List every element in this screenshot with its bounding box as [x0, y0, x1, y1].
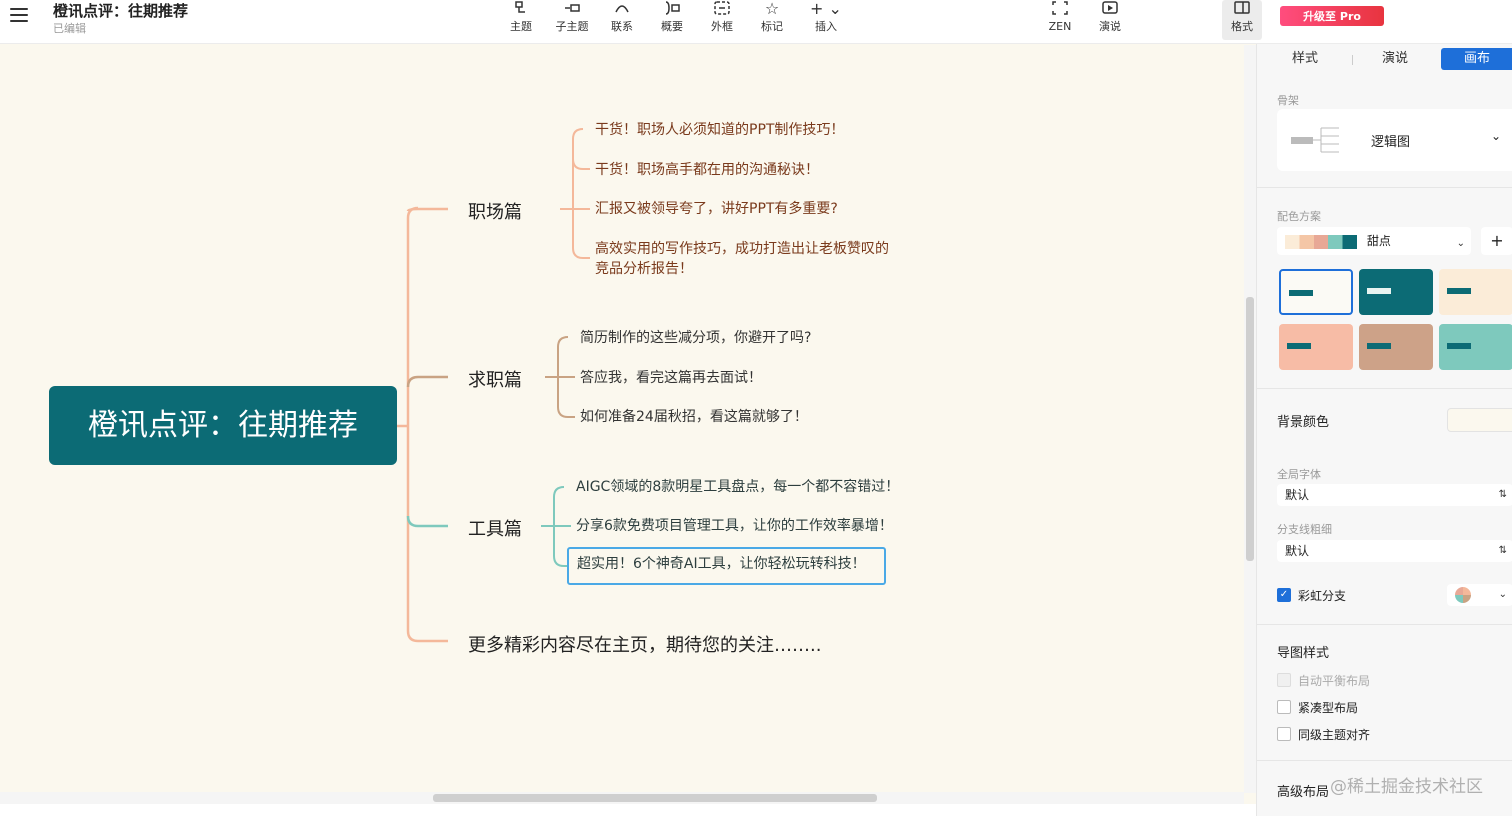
rainbow-ring-icon — [1455, 587, 1471, 603]
compact-checkbox[interactable] — [1277, 700, 1291, 714]
upgrade-button[interactable]: 升级至 Pro — [1280, 6, 1384, 26]
theme-thumb-4[interactable] — [1279, 324, 1353, 370]
leaf-writing-tips[interactable]: 高效实用的写作技巧，成功打造出让老板赞叹的 — [595, 239, 889, 259]
vertical-scroll-thumb[interactable] — [1246, 297, 1254, 561]
skeleton-selector[interactable]: 逻辑图 ⌄ — [1277, 109, 1512, 171]
leaf-interview[interactable]: 答应我，看完这篇再去面试！ — [580, 368, 762, 388]
horizontal-scroll-thumb[interactable] — [433, 794, 877, 802]
map-style-label: 导图样式 — [1277, 646, 1330, 661]
theme-thumb-2[interactable] — [1359, 269, 1433, 315]
theme-thumb-1[interactable] — [1279, 269, 1353, 315]
boundary-icon — [702, 0, 742, 20]
logic-chart-icon — [1291, 127, 1339, 153]
advanced-layout-label: 高级布局 — [1277, 785, 1330, 800]
vertical-scrollbar[interactable] — [1244, 45, 1256, 793]
save-status: 已编辑 — [53, 22, 86, 35]
leaf-report-ppt[interactable]: 汇报又被领导夸了，讲好PPT有多重要? — [595, 199, 838, 219]
watermark: @稀土掘金技术社区 — [1330, 777, 1483, 797]
fullscreen-icon — [1040, 0, 1080, 20]
horizontal-scrollbar[interactable] — [0, 792, 1244, 804]
theme-thumb-6[interactable] — [1439, 324, 1512, 370]
line-width-label: 分支线粗细 — [1277, 523, 1332, 536]
plus-icon: + ⌄ — [810, 0, 842, 18]
panel-tabs: 样式 演说 画布 — [1257, 48, 1512, 70]
marker-button[interactable]: ☆ 标记 — [752, 0, 792, 40]
leaf-ai-tools-selected[interactable]: 超实用！6个神奇AI工具，让你轻松玩转科技！ — [567, 547, 886, 585]
subtopic-icon — [552, 0, 592, 20]
rainbow-checkbox[interactable]: ✓ — [1277, 588, 1291, 602]
bg-color-label: 背景颜色 — [1277, 415, 1330, 430]
plus-icon: + — [1490, 231, 1504, 250]
skeleton-label: 骨架 — [1277, 94, 1299, 107]
font-select[interactable]: 默认 ⇅ — [1277, 484, 1512, 506]
theme-thumb-5[interactable] — [1359, 324, 1433, 370]
tab-style[interactable]: 样式 — [1265, 48, 1345, 70]
align-label: 同级主题对齐 — [1298, 728, 1371, 742]
leaf-autumn-recruit[interactable]: 如何准备24届秋招，看这篇就够了！ — [580, 407, 808, 427]
up-down-icon: ⇅ — [1498, 489, 1507, 500]
leaf-resume[interactable]: 简历制作的这些减分项，你避开了吗? — [580, 328, 811, 348]
branch-tools[interactable]: 工具篇 — [468, 515, 522, 541]
branch-more[interactable]: 更多精彩内容尽在主页，期待您的关注…….. — [468, 631, 821, 657]
auto-balance-checkbox[interactable] — [1277, 673, 1291, 687]
palette-swatch — [1285, 234, 1357, 249]
color-scheme-label: 配色方案 — [1277, 210, 1321, 223]
format-button[interactable]: 格式 — [1222, 0, 1262, 40]
leaf-communication[interactable]: 干货！职场高手都在用的沟通秘诀！ — [595, 160, 819, 180]
leaf-aigc-tools[interactable]: AIGC领域的8款明星工具盘点，每一个都不容错过！ — [576, 477, 899, 497]
color-scheme-select[interactable]: 甜点 ⌄ — [1277, 227, 1471, 255]
rainbow-color-select[interactable]: ⌄ — [1447, 584, 1512, 606]
panel-icon — [1222, 0, 1262, 20]
summary-icon — [652, 0, 692, 20]
branch-workplace[interactable]: 职场篇 — [468, 198, 522, 224]
document-title[interactable]: 橙讯点评：往期推荐 — [53, 0, 188, 21]
play-icon — [1090, 0, 1130, 20]
compact-label: 紧凑型布局 — [1298, 701, 1359, 715]
auto-balance-label: 自动平衡布局 — [1298, 674, 1371, 688]
summary-button[interactable]: 概要 — [652, 0, 692, 40]
subtopic-button[interactable]: 子主题 — [552, 0, 592, 40]
add-scheme-button[interactable]: + — [1481, 227, 1512, 255]
bg-color-picker[interactable] — [1447, 408, 1512, 432]
branch-job-hunting[interactable]: 求职篇 — [468, 366, 522, 392]
boundary-button[interactable]: 外框 — [702, 0, 742, 40]
topic-icon — [501, 0, 541, 20]
font-label: 全局字体 — [1277, 468, 1321, 481]
line-width-select[interactable]: 默认 ⇅ — [1277, 540, 1512, 562]
status-bar — [0, 804, 1256, 816]
chevron-down-icon: ⌄ — [1456, 238, 1465, 249]
up-down-icon: ⇅ — [1498, 545, 1507, 556]
zen-button[interactable]: ZEN — [1040, 0, 1080, 40]
align-checkbox[interactable] — [1277, 727, 1291, 741]
tab-canvas[interactable]: 画布 — [1441, 48, 1512, 70]
mindmap-canvas[interactable]: 橙讯点评：往期推荐 职场篇 求职篇 工具篇 更多精彩内容尽在主页，期待您的关注…… — [0, 45, 1244, 793]
chevron-down-icon: ⌄ — [1498, 589, 1507, 600]
leaf-ppt-tips[interactable]: 干货！职场人必须知道的PPT制作技巧！ — [595, 120, 844, 140]
format-panel: 样式 演说 画布 骨架 逻辑图 ⌄ 配色方案 甜点 ⌄ + 背景颜色 全局字体 … — [1256, 44, 1512, 816]
rainbow-label: 彩虹分支 — [1298, 589, 1347, 603]
star-icon: ☆ — [764, 0, 780, 18]
root-topic[interactable]: 橙讯点评：往期推荐 — [49, 386, 397, 465]
present-button[interactable]: 演说 — [1090, 0, 1130, 40]
leaf-writing-tips-line2[interactable]: 竞品分析报告！ — [595, 259, 693, 279]
tab-present[interactable]: 演说 — [1357, 48, 1433, 70]
chevron-down-icon: ⌄ — [1491, 129, 1502, 143]
relation-button[interactable]: 联系 — [602, 0, 642, 40]
skeleton-value: 逻辑图 — [1371, 135, 1411, 150]
insert-button[interactable]: + ⌄ 插入 — [806, 0, 846, 40]
relation-icon — [602, 0, 642, 20]
topic-button[interactable]: 主题 — [501, 0, 541, 40]
menu-icon[interactable] — [10, 8, 28, 24]
theme-thumb-3[interactable] — [1439, 269, 1512, 315]
leaf-pm-tools[interactable]: 分享6款免费项目管理工具，让你的工作效率暴增！ — [576, 516, 893, 536]
